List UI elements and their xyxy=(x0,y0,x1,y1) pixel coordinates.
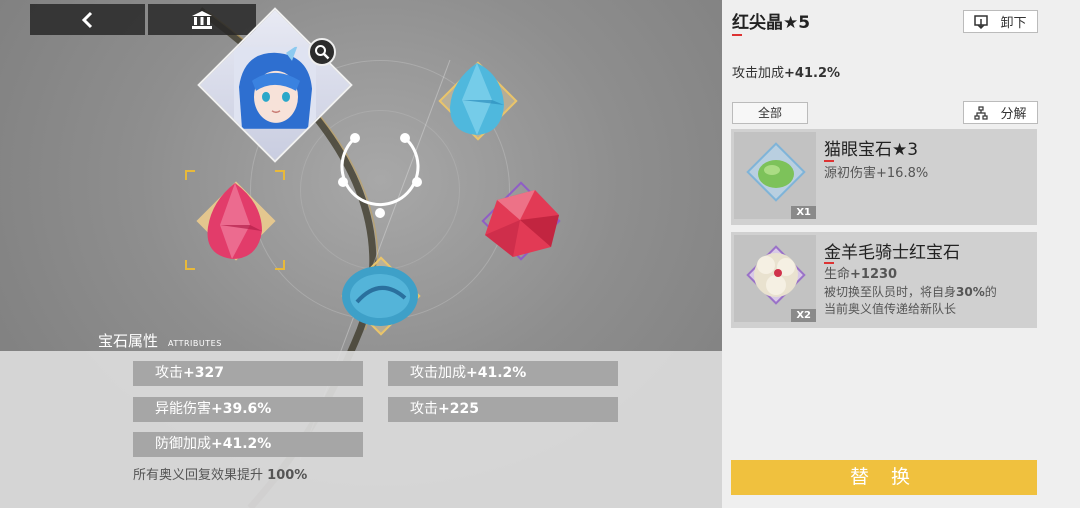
decompose-button[interactable]: 分解 xyxy=(963,101,1038,124)
attr-stat-attack-2: 攻击+225 xyxy=(388,397,618,422)
attributes-header: 宝石属性 ATTRIBUTES xyxy=(98,330,222,351)
blue-oval-gem-icon xyxy=(342,266,418,326)
gem-detail-panel: 红尖晶★5 卸下 攻击加成+41.2% 全部 分解 X1 猫眼宝石★3 源初伤害… xyxy=(722,0,1080,508)
item-stat: 生命+1230 xyxy=(824,267,898,282)
gem-ring-center xyxy=(338,133,422,218)
hierarchy-icon xyxy=(974,105,989,120)
stat-label: 攻击加成 xyxy=(410,365,466,381)
item-name: 猫眼宝石★3 xyxy=(824,140,919,160)
attributes-title: 宝石属性 xyxy=(98,332,159,350)
item-count: X2 xyxy=(791,309,816,322)
item-thumbnail: X2 xyxy=(734,235,816,322)
zoom-button[interactable] xyxy=(308,38,336,66)
stat-value: +225 xyxy=(438,401,479,417)
item-effect-line: 当前奥义值传递给新队长 xyxy=(824,302,957,316)
inventory-item[interactable]: X1 猫眼宝石★3 源初伤害+16.8% xyxy=(731,129,1037,225)
unequip-button[interactable]: 卸下 xyxy=(963,10,1038,33)
attr-stat-attack-bonus: 攻击加成+41.2% xyxy=(388,361,618,386)
stat-value: +39.6% xyxy=(211,401,272,417)
selected-gem-name: 红尖晶★5 xyxy=(732,13,811,33)
selected-gem-stat: 攻击加成+41.2% xyxy=(732,66,841,81)
passive-effect-text: 所有奥义回复效果提升 100% xyxy=(133,468,308,483)
character-avatar[interactable] xyxy=(197,7,353,163)
unequip-label: 卸下 xyxy=(1000,16,1027,31)
item-count: X1 xyxy=(791,206,816,219)
item-name: 金羊毛骑士红宝石 xyxy=(824,243,960,263)
character-portrait xyxy=(234,46,316,129)
rarity-mark xyxy=(824,160,834,162)
gem-slot-left[interactable] xyxy=(190,175,280,265)
unequip-icon xyxy=(974,14,989,29)
ruby-gem-icon xyxy=(485,190,559,257)
replace-button[interactable]: 替 换 xyxy=(731,460,1037,495)
stat-label: 攻击 xyxy=(410,401,438,417)
attr-stat-defense-bonus: 防御加成+41.2% xyxy=(133,432,363,457)
item-stat: 源初伤害+16.8% xyxy=(824,166,929,181)
filter-all-button[interactable]: 全部 xyxy=(732,102,808,124)
attr-stat-ability-damage: 异能伤害+39.6% xyxy=(133,397,363,422)
blue-gem-icon xyxy=(450,63,504,135)
avatar-frame xyxy=(197,7,353,163)
rarity-mark xyxy=(732,34,742,36)
red-spinel-gem-icon xyxy=(207,183,262,259)
chevron-left-icon xyxy=(81,11,92,28)
stat-value: +327 xyxy=(183,365,224,381)
stat-value: +41.2% xyxy=(466,365,527,381)
inventory-item[interactable]: X2 金羊毛骑士红宝石 生命+1230 被切换至队员时，将自身30%的 当前奥义… xyxy=(731,232,1037,328)
magnifier-icon xyxy=(315,45,330,60)
decompose-label: 分解 xyxy=(1000,107,1027,122)
gem-slot-bottom[interactable] xyxy=(335,250,425,340)
rarity-mark xyxy=(824,262,834,264)
back-button[interactable] xyxy=(30,4,145,35)
stat-value: +41.2% xyxy=(211,436,272,452)
attributes-subtitle: ATTRIBUTES xyxy=(168,339,222,348)
stat-label: 防御加成 xyxy=(155,436,211,452)
attr-stat-attack: 攻击+327 xyxy=(133,361,363,386)
gem-slot-right[interactable] xyxy=(475,175,565,265)
gem-slot-top[interactable] xyxy=(432,55,522,145)
stat-label: 异能伤害 xyxy=(155,401,211,417)
stat-label: 攻击 xyxy=(155,365,183,381)
item-thumbnail: X1 xyxy=(734,132,816,219)
item-effect-line: 被切换至队员时，将自身30%的 xyxy=(824,285,997,299)
